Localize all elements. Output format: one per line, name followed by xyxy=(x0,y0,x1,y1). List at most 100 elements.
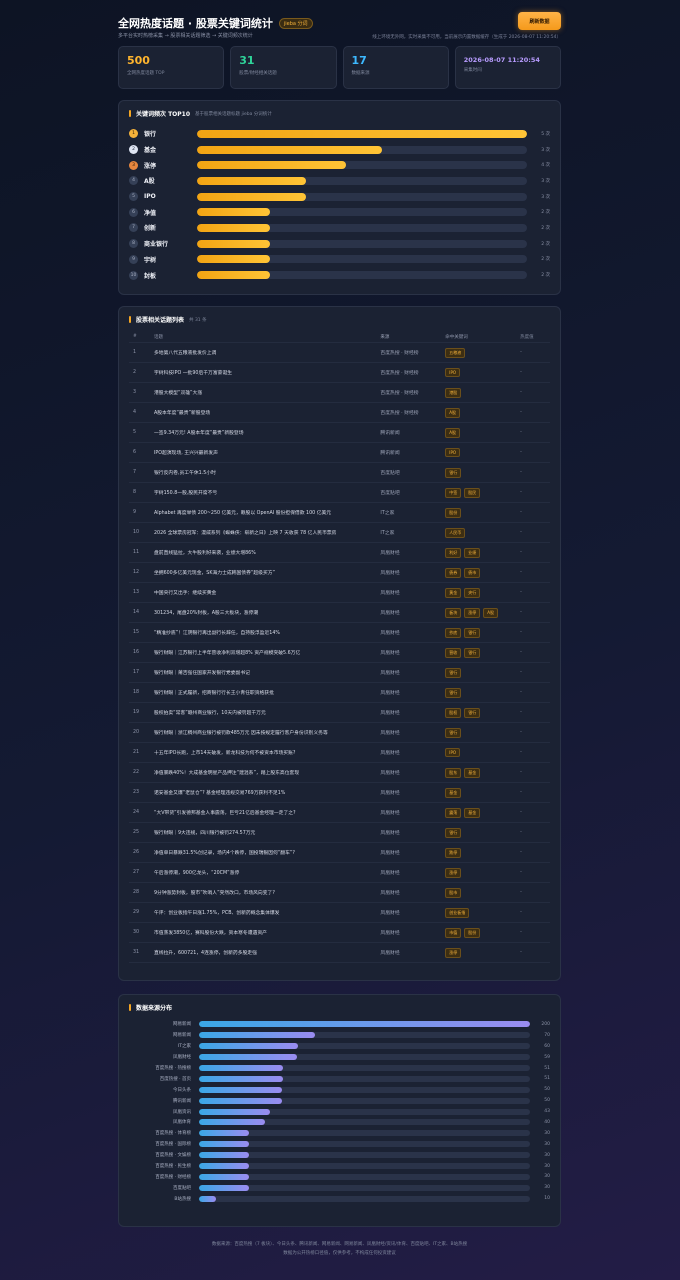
keyword-name: 封板 xyxy=(144,272,157,280)
table-row[interactable]: 17 银行财眼｜莆吉强任国家开发银行党委副书记 凤凰财经 银行 - xyxy=(129,663,550,683)
topic-title[interactable]: 盘前直线猛拉，大牛股利好来袭，业绩大增86% xyxy=(149,549,380,556)
table-row[interactable]: 18 银行财眼｜正式履新，招商银行行长王小青任职资格获批 凤凰财经 银行 - xyxy=(129,683,550,703)
keyword-tag: 银行 xyxy=(445,827,462,838)
table-row[interactable]: 16 银行财眼｜江苏银行上半年营收净利双增超8% 资产规模突破5.6万亿 凤凰财经 营… xyxy=(129,643,550,663)
topic-title[interactable]: 港股大模型“双雄”大涨 xyxy=(149,389,380,396)
topic-title[interactable]: 午评：创业板指午日涨1.75%，PCB、创新药概念集体爆发 xyxy=(149,909,380,916)
table-row[interactable]: 3 港股大模型“双雄”大涨 百度热搜 · 财经榜 港股 - xyxy=(129,383,550,403)
topic-title[interactable]: A股本年度“最贵”新股登场 xyxy=(149,409,380,416)
topic-title[interactable]: 宇树150.8一股,股民开席不亏 xyxy=(149,489,380,496)
table-row[interactable]: 6 IPO超演现场, 王兴兴最新发声 腾讯新闻 IPO - xyxy=(129,443,550,463)
table-row[interactable]: 10 2026 全球票房冠军：漫威系列《蜘蛛侠：崭新之日》上映 7 天收获 78 … xyxy=(129,523,550,543)
heat-value: - xyxy=(520,770,522,775)
topic-title[interactable]: “大V带货”引发德邦基金人事震荡，巨亏21亿后基金经理一走了之? xyxy=(149,809,380,816)
table-row[interactable]: 21 十五年IPO长跑，上市14天破发，新龙科技为何不被资本市场买账? 凤凰财经 IP… xyxy=(129,743,550,763)
topic-title[interactable]: 股权拍卖“常客”赣州商业银行，10天内被罚超千万元 xyxy=(149,709,380,716)
table-row[interactable]: 13 中国央行又出手：继续买黄金 凤凰财经 黄金 央行 - xyxy=(129,583,550,603)
row-index: 14 xyxy=(133,610,140,615)
keyword-row[interactable]: 4 A股 3 次 xyxy=(129,173,550,189)
topic-title[interactable]: 净值暴跌40%！大成基金明星产品押注“建混系”，踏上股东高位套现 xyxy=(149,769,380,776)
table-row[interactable]: 11 盘前直线猛拉，大牛股利好来袭，业绩大增86% 凤凰财经 利好 业绩 - xyxy=(129,543,550,563)
table-row[interactable]: 15 “精准抄底”！江阴银行再出副行长辞任，自持股浮盈近14% 凤凰财经 抄底 银行 - xyxy=(129,623,550,643)
source-bar-fill xyxy=(199,1195,216,1202)
topic-title[interactable]: 直线拉升，600721，4连涨停，创新药多股走强 xyxy=(149,949,380,956)
topic-title[interactable]: 银行财眼｜浙江稠州商业银行被罚款485万元 因未按规定履行客户身份识别义务等 xyxy=(149,729,380,736)
keyword-name: 净值 xyxy=(144,209,157,217)
source-bar-fill xyxy=(199,1021,530,1028)
keyword-bar-fill xyxy=(197,129,527,138)
source-bar-track xyxy=(199,1141,530,1148)
accent-bar xyxy=(129,110,131,117)
heat-value: - xyxy=(520,930,522,935)
row-index: 13 xyxy=(133,590,140,595)
topic-title[interactable]: 银行财眼｜正式履新，招商银行行长王小青任职资格获批 xyxy=(149,689,380,696)
row-index: 3 xyxy=(133,390,137,395)
table-row[interactable]: 27 午后涨停潮，900亿龙头，“20CM”涨停 凤凰财经 涨停 - xyxy=(129,863,550,883)
topic-title[interactable]: 一签9.34万元! A股本年度“最贵”新股登场 xyxy=(149,429,380,436)
source-count: 43 xyxy=(544,1109,550,1115)
topic-title[interactable]: 坐拥600多亿美元现金，SK海力士成韩国债券“超级买方” xyxy=(149,569,380,576)
table-row[interactable]: 30 市值蒸发3850亿，赛科股份大跌，资本寒冬遭遇资产 凤凰财经 市值 股份 - xyxy=(129,923,550,943)
source-row: 腾讯新闻 50 xyxy=(129,1095,550,1106)
keyword-row[interactable]: 5 IPO 3 次 xyxy=(129,189,550,205)
stat-card-sources: 17 数据来源 xyxy=(342,46,449,89)
source-count: 59 xyxy=(544,1054,550,1060)
keyword-row[interactable]: 2 基金 3 次 xyxy=(129,142,550,158)
topic-title[interactable]: Alphabet 再度举债 200~250 亿美元，赖股以 OpenAI 股份担… xyxy=(149,509,380,516)
topic-title[interactable]: “精准抄底”！江阴银行再出副行长辞任，自持股浮盈近14% xyxy=(149,629,380,636)
table-row[interactable]: 20 银行财眼｜浙江稠州商业银行被罚款485万元 因未按规定履行客户身份识别义务等… xyxy=(129,723,550,743)
table-row[interactable]: 24 “大V带货”引发德邦基金人事震荡，巨亏21亿后基金经理一走了之? 凤凰财经 震荡… xyxy=(129,803,550,823)
source-row: 百度热搜 · 民生榜 30 xyxy=(129,1161,550,1172)
keyword-row[interactable]: 6 净值 2 次 xyxy=(129,204,550,220)
keyword-tags: 银行 xyxy=(445,467,520,478)
table-row[interactable]: 7 银行反内卷,员工午休1.5小时 百度贴吧 银行 - xyxy=(129,463,550,483)
table-row[interactable]: 14 301234，尾盘20%封板，A股三大板块，涨停潮 凤凰财经 板块 涨停 A股 - xyxy=(129,603,550,623)
topic-title[interactable]: IPO超演现场, 王兴兴最新发声 xyxy=(149,449,380,456)
table-row[interactable]: 2 宇树科技IPO 一批90后千万富豪诞生 百度热搜 · 财经榜 IPO - xyxy=(129,363,550,383)
table-row[interactable]: 22 净值暴跌40%！大成基金明星产品押注“建混系”，踏上股东高位套现 凤凰财经 股东… xyxy=(129,763,550,783)
keyword-row[interactable]: 7 创新 2 次 xyxy=(129,220,550,236)
topic-title[interactable]: 市值蒸发3850亿，赛科股份大跌，资本寒冬遭遇资产 xyxy=(149,929,380,936)
topic-title[interactable]: 2026 全球票房冠军：漫威系列《蜘蛛侠：崭新之日》上映 7 天收获 78 亿人… xyxy=(149,529,380,536)
table-row[interactable]: 12 坐拥600多亿美元现金，SK海力士成韩国债券“超级买方” 凤凰财经 债券 债市 - xyxy=(129,563,550,583)
topic-title[interactable]: 中国央行又出手：继续买黄金 xyxy=(149,589,380,596)
keyword-tag: 银行 xyxy=(445,467,462,478)
topic-title[interactable]: 银行财眼｜莆吉强任国家开发银行党委副书记 xyxy=(149,669,380,676)
table-row[interactable]: 23 诺安基金又爆“老鼠仓”? 基金经理违规交易769万获利不足1% 凤凰财经 基金 - xyxy=(129,783,550,803)
topic-title[interactable]: 净值单日暴跌31.5%创记录，场内4个跌停，国投瑞银因何“翻车”? xyxy=(149,849,380,856)
keyword-tag: 涨停 xyxy=(445,867,462,878)
topic-title[interactable]: 多地第八代五粮液批发价上调 xyxy=(149,349,380,356)
keyword-tags: 利好 业绩 xyxy=(445,547,520,558)
keyword-row[interactable]: 1 银行 5 次 xyxy=(129,126,550,142)
keyword-tags: 跌停 xyxy=(445,847,520,858)
keyword-row[interactable]: 3 涨停 4 次 xyxy=(129,157,550,173)
topic-title[interactable]: 9分钟涨势封板，股市“吹哨人”突然改口，市场风向变了? xyxy=(149,889,380,896)
topic-title[interactable]: 诺安基金又爆“老鼠仓”? 基金经理违规交易769万获利不足1% xyxy=(149,789,380,796)
row-index: 15 xyxy=(133,630,140,635)
table-row[interactable]: 29 午评：创业板指午日涨1.75%，PCB、创新药概念集体爆发 凤凰财经 创业板指 - xyxy=(129,903,550,923)
keyword-tag: 债券 xyxy=(445,567,462,578)
keyword-row[interactable]: 8 商业银行 2 次 xyxy=(129,236,550,252)
table-row[interactable]: 4 A股本年度“最贵”新股登场 百度热搜 · 财经榜 A股 - xyxy=(129,403,550,423)
table-row[interactable]: 26 净值单日暴跌31.5%创记录，场内4个跌停，国投瑞银因何“翻车”? 凤凰财经 跌… xyxy=(129,843,550,863)
topic-title[interactable]: 午后涨停潮，900亿龙头，“20CM”涨停 xyxy=(149,869,380,876)
topic-title[interactable]: 银行反内卷,员工午休1.5小时 xyxy=(149,469,380,476)
table-row[interactable]: 8 宇树150.8一股,股民开席不亏 百度贴吧 中签 股民 - xyxy=(129,483,550,503)
topic-title[interactable]: 银行财眼｜江苏银行上半年营收净利双增超8% 资产规模突破5.6万亿 xyxy=(149,649,380,656)
table-row[interactable]: 31 直线拉升，600721，4连涨停，创新药多股走强 凤凰财经 涨停 - xyxy=(129,943,550,963)
table-row[interactable]: 28 9分钟涨势封板，股市“吹哨人”突然改口，市场风向变了? 凤凰财经 股市 - xyxy=(129,883,550,903)
topic-title[interactable]: 宇树科技IPO 一批90后千万富豪诞生 xyxy=(149,369,380,376)
keyword-tag: 银行 xyxy=(464,627,481,638)
table-row[interactable]: 25 银行财眼｜9大违规，四川银行被罚274.57万元 凤凰财经 银行 - xyxy=(129,823,550,843)
source-row: 百度热搜 · 文娱榜 30 xyxy=(129,1150,550,1161)
keyword-row[interactable]: 9 宇树 2 次 xyxy=(129,252,550,268)
keyword-row[interactable]: 10 封板 2 次 xyxy=(129,267,550,283)
table-row[interactable]: 19 股权拍卖“常客”赣州商业银行，10天内被罚超千万元 凤凰财经 股权 银行 - xyxy=(129,703,550,723)
refresh-button[interactable]: 刷新数据 xyxy=(518,12,561,30)
table-row[interactable]: 9 Alphabet 再度举债 200~250 亿美元，赖股以 OpenAI 股份… xyxy=(129,503,550,523)
topic-title[interactable]: 银行财眼｜9大违规，四川银行被罚274.57万元 xyxy=(149,829,380,836)
topic-title[interactable]: 十五年IPO长跑，上市14天破发，新龙科技为何不被资本市场买账? xyxy=(149,749,380,756)
table-row[interactable]: 1 多地第八代五粮液批发价上调 百度热搜 · 财经榜 五粮液 - xyxy=(129,343,550,363)
topic-title[interactable]: 301234，尾盘20%封板，A股三大板块，涨停潮 xyxy=(149,609,380,616)
table-row[interactable]: 5 一签9.34万元! A股本年度“最贵”新股登场 腾讯新闻 A股 - xyxy=(129,423,550,443)
